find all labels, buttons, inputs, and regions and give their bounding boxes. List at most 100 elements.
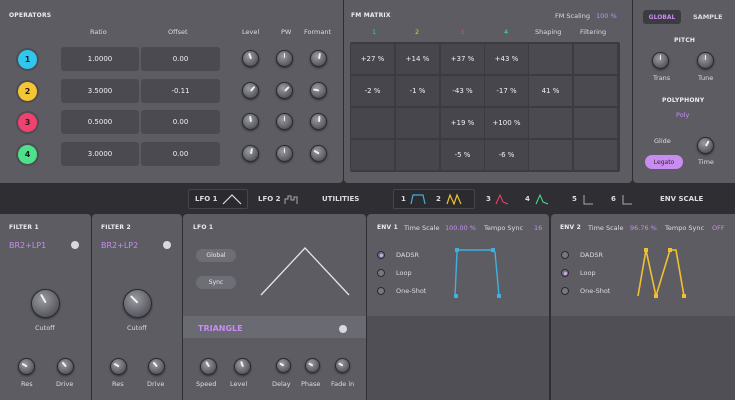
env2-mode-loop-radio[interactable] xyxy=(561,269,569,277)
fm-cell[interactable]: +27 % xyxy=(351,44,394,74)
env2-mode-one-shot-radio[interactable] xyxy=(561,287,569,295)
fm-cell[interactable]: -6 % xyxy=(485,140,528,170)
fm-cell[interactable]: -17 % xyxy=(485,76,528,106)
fm-cell[interactable] xyxy=(574,44,617,74)
operator-1-button[interactable]: 1 xyxy=(18,50,37,69)
fm-cell[interactable] xyxy=(574,108,617,138)
operator-1-pw-knob[interactable] xyxy=(276,50,293,67)
env1-time-scale-value[interactable]: 100.00 % xyxy=(445,224,476,232)
fm-cell[interactable]: +19 % xyxy=(441,108,484,138)
operator-4-ratio-field[interactable]: 3.0000 xyxy=(61,142,139,166)
operator-4-button[interactable]: 4 xyxy=(18,145,37,164)
filter2-type[interactable]: BR2+LP2 xyxy=(101,241,138,250)
operator-3-ratio-field[interactable]: 0.5000 xyxy=(61,110,139,134)
operator-2-formant-knob[interactable] xyxy=(310,82,327,99)
operator-2-level-knob[interactable] xyxy=(242,82,259,99)
operator-3-formant-knob[interactable] xyxy=(310,113,327,130)
operator-3-level-knob[interactable] xyxy=(242,113,259,130)
tab-env-2[interactable]: 2 xyxy=(436,195,441,203)
filter1-res-knob[interactable] xyxy=(18,358,35,375)
filter1-drive-knob[interactable] xyxy=(57,358,74,375)
fm-cell[interactable] xyxy=(351,108,394,138)
operator-1-offset-field[interactable]: 0.00 xyxy=(141,47,220,71)
operator-3-pw-knob[interactable] xyxy=(276,113,293,130)
tab-env-6[interactable]: 6 xyxy=(611,195,616,203)
env1-shape-display[interactable] xyxy=(447,244,509,300)
env2-shape-display[interactable] xyxy=(632,244,694,300)
tab-env-4[interactable]: 4 xyxy=(525,195,530,203)
env2-mode-dadsr-radio[interactable] xyxy=(561,251,569,259)
lfo-shape-menu-icon[interactable] xyxy=(339,325,347,333)
tab-lfo1[interactable]: LFO 1 xyxy=(195,195,218,203)
operator-3-button[interactable]: 3 xyxy=(18,113,37,132)
fm-cell[interactable]: +43 % xyxy=(485,44,528,74)
lfo-fade-in-knob[interactable] xyxy=(335,358,350,373)
filter1-menu-icon[interactable] xyxy=(71,241,79,249)
legato-button[interactable]: Legato xyxy=(645,155,683,169)
fm-cell[interactable] xyxy=(529,44,572,74)
operator-2-button[interactable]: 2 xyxy=(18,82,37,101)
lfo-delay-knob[interactable] xyxy=(276,358,291,373)
filter2-drive-knob[interactable] xyxy=(148,358,165,375)
env1-tempo-sync-value[interactable]: 16 xyxy=(534,224,542,232)
tab-lfo2[interactable]: LFO 2 xyxy=(258,195,281,203)
fm-cell[interactable] xyxy=(574,140,617,170)
time-knob[interactable] xyxy=(697,137,714,154)
tab-utilities[interactable]: UTILITIES xyxy=(322,195,359,203)
fm-cell[interactable]: +100 % xyxy=(485,108,528,138)
operator-4-offset-field[interactable]: 0.00 xyxy=(141,142,220,166)
filter1-cutoff-knob[interactable] xyxy=(31,289,60,318)
operator-1-ratio-field[interactable]: 1.0000 xyxy=(61,47,139,71)
operator-4-formant-knob[interactable] xyxy=(310,145,327,162)
operator-2-ratio-field[interactable]: 3.5000 xyxy=(61,79,139,103)
filter2-res-knob[interactable] xyxy=(110,358,127,375)
operator-1-formant-knob[interactable] xyxy=(310,50,327,67)
operator-1-level-knob[interactable] xyxy=(242,50,259,67)
fm-cell[interactable]: +37 % xyxy=(441,44,484,74)
fm-cell[interactable]: -5 % xyxy=(441,140,484,170)
filter2-cutoff-knob[interactable] xyxy=(123,289,152,318)
fm-cell[interactable] xyxy=(529,108,572,138)
fm-cell[interactable] xyxy=(529,140,572,170)
tab-env-5[interactable]: 5 xyxy=(572,195,577,203)
operator-2-offset-field[interactable]: -0.11 xyxy=(141,79,220,103)
trans-knob[interactable] xyxy=(652,52,669,69)
fm-cell[interactable] xyxy=(396,108,439,138)
lfo-sync-button[interactable]: Sync xyxy=(196,276,236,289)
operator-2-pw-knob[interactable] xyxy=(276,82,293,99)
filter2-menu-icon[interactable] xyxy=(163,241,171,249)
env1-mode-one-shot-radio[interactable] xyxy=(377,287,385,295)
lfo-level-knob[interactable] xyxy=(234,358,251,375)
fm-cell[interactable] xyxy=(396,140,439,170)
fm-cell[interactable] xyxy=(574,76,617,106)
fm-cell[interactable]: -2 % xyxy=(351,76,394,106)
tab-sample[interactable]: SAMPLE xyxy=(693,13,723,21)
lfo-wave-display[interactable] xyxy=(255,243,355,298)
tune-knob[interactable] xyxy=(697,52,714,69)
fm-cell[interactable]: 41 % xyxy=(529,76,572,106)
operator-4-pw-knob[interactable] xyxy=(276,145,293,162)
lfo-speed-knob[interactable] xyxy=(200,358,217,375)
operator-4-level-knob-indicator xyxy=(249,147,253,154)
tab-env-1[interactable]: 1 xyxy=(401,195,406,203)
env2-time-scale-value[interactable]: 96.76 % xyxy=(630,224,657,232)
env-scale-label[interactable]: ENV SCALE xyxy=(660,195,703,203)
env1-mode-one-shot-label: One-Shot xyxy=(396,287,427,295)
poly-value[interactable]: Poly xyxy=(676,111,689,119)
env1-mode-dadsr-radio[interactable] xyxy=(377,251,385,259)
fm-cell[interactable]: +14 % xyxy=(396,44,439,74)
fm-scaling-value[interactable]: 100 % xyxy=(596,12,617,20)
operator-3-offset-field[interactable]: 0.00 xyxy=(141,110,220,134)
tab-env-3[interactable]: 3 xyxy=(486,195,491,203)
filter1-type[interactable]: BR2+LP1 xyxy=(9,241,46,250)
lfo-global-button[interactable]: Global xyxy=(196,249,236,262)
fm-cell[interactable]: -43 % xyxy=(441,76,484,106)
fm-cell[interactable] xyxy=(351,140,394,170)
lfo-phase-knob[interactable] xyxy=(305,358,320,373)
env1-mode-loop-radio[interactable] xyxy=(377,269,385,277)
fm-cell[interactable]: -1 % xyxy=(396,76,439,106)
lfo-shape-label[interactable]: TRIANGLE xyxy=(198,324,243,333)
tab-global[interactable]: GLOBAL xyxy=(643,10,681,24)
operator-4-level-knob[interactable] xyxy=(242,145,259,162)
env2-tempo-sync-value[interactable]: OFF xyxy=(712,224,725,232)
